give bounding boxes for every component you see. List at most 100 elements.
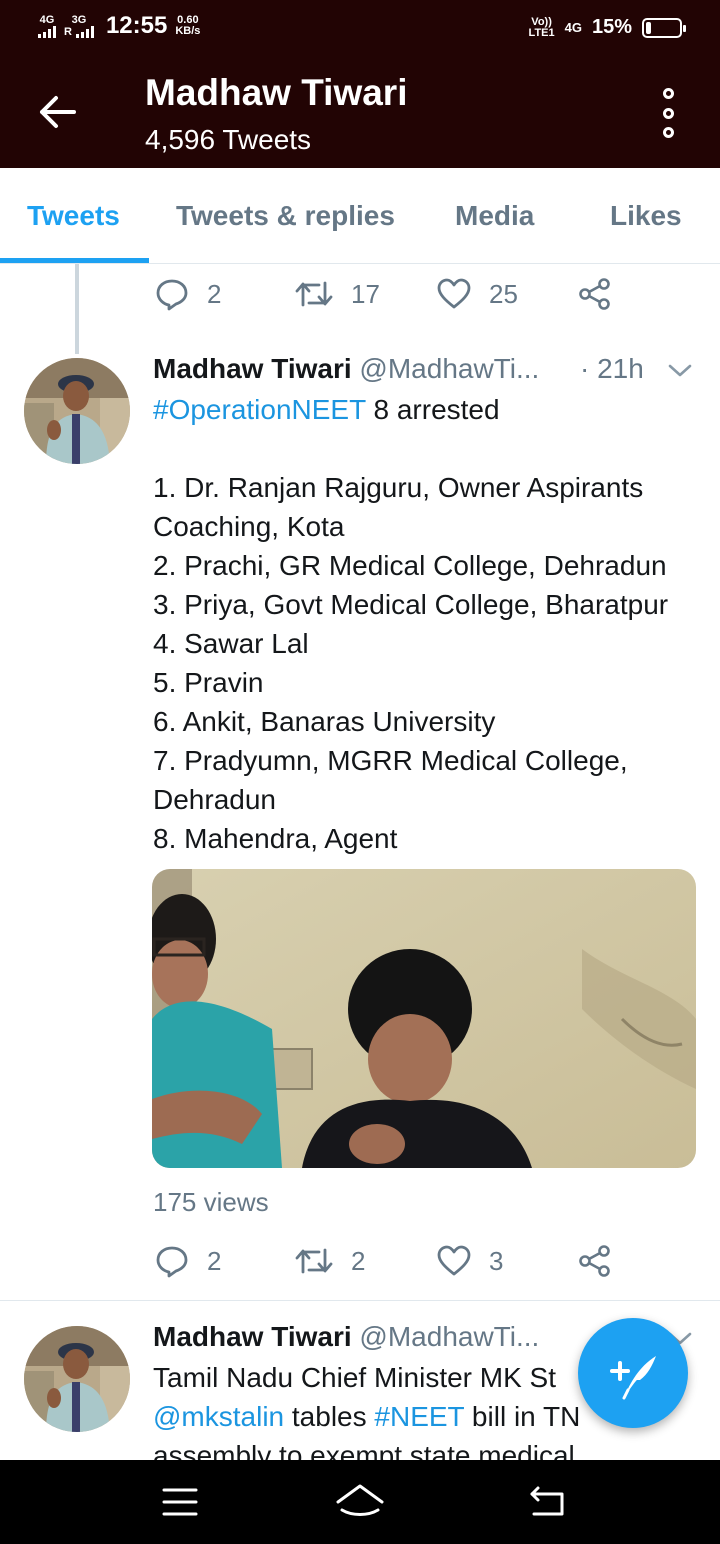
- tweet-header: Madhaw Tiwari @MadhawTi...: [153, 1321, 539, 1357]
- list-item: 5. Pravin: [153, 667, 264, 698]
- author-name[interactable]: Madhaw Tiwari: [153, 353, 352, 384]
- avatar-image: [24, 1326, 130, 1432]
- retweet-icon: [295, 281, 333, 307]
- data-type: 4G: [564, 20, 582, 35]
- active-tab-indicator: [0, 258, 149, 263]
- tab-media[interactable]: Media: [455, 200, 534, 232]
- video-thumbnail: [152, 869, 696, 1168]
- volte-top: Vo)): [531, 15, 552, 28]
- status-bar: 4G 3G R 12:55 0.60 KB/s Vo)) LTE1 4G 15%: [0, 0, 720, 58]
- hashtag-link[interactable]: #NEET: [374, 1401, 464, 1432]
- back-icon[interactable]: [528, 1484, 568, 1518]
- share-icon: [579, 278, 610, 310]
- retweet-count: 2: [351, 1245, 366, 1276]
- network-speed: 0.60 KB/s: [175, 15, 200, 37]
- tab-tweets-replies[interactable]: Tweets & replies: [176, 200, 395, 232]
- hashtag-link[interactable]: #OperationNEET: [153, 394, 366, 425]
- signal-bars-icon: [38, 25, 56, 38]
- tweet-count: 4,596 Tweets: [145, 124, 312, 155]
- profile-tabs: Tweets Tweets & replies Media Likes: [0, 168, 720, 264]
- list-item: 7. Pradyumn, MGRR Medical College,: [153, 745, 628, 776]
- reply-button[interactable]: 2: [155, 272, 221, 316]
- tweet-text-span: tables: [284, 1401, 375, 1432]
- view-count: 175 views: [153, 1187, 269, 1217]
- menu-icon[interactable]: [160, 1486, 200, 1518]
- like-button[interactable]: 25: [437, 272, 518, 316]
- author-handle: @MadhawTi...: [359, 353, 540, 384]
- mention-link[interactable]: @mkstalin: [153, 1401, 284, 1432]
- reply-count: 2: [207, 278, 222, 309]
- more-vertical-icon: [662, 88, 674, 99]
- network-type-2: 3G: [71, 13, 87, 26]
- share-button[interactable]: [578, 1239, 612, 1283]
- screen: 4G 3G R 12:55 0.60 KB/s Vo)) LTE1 4G 15%: [0, 0, 720, 1544]
- tweet-header: Madhaw Tiwari @MadhawTi...: [153, 353, 539, 389]
- like-count: 3: [489, 1245, 504, 1276]
- battery-percent: 15%: [591, 16, 632, 38]
- like-button[interactable]: 3: [437, 1239, 503, 1283]
- like-count: 25: [489, 278, 518, 309]
- tab-likes[interactable]: Likes: [610, 200, 682, 232]
- tweet-text-span: bill in TN: [464, 1401, 581, 1432]
- author-name[interactable]: Madhaw Tiwari: [153, 1321, 352, 1352]
- tab-tweets[interactable]: Tweets: [27, 200, 120, 232]
- retweet-count: 17: [351, 278, 380, 309]
- list-item: Coaching, Kota: [153, 511, 345, 542]
- heart-icon: [437, 278, 471, 309]
- system-nav-bar: [0, 1460, 720, 1544]
- author-handle: @MadhawTi...: [359, 1321, 540, 1352]
- tweet-time: · 21h: [580, 353, 644, 384]
- reply-icon: [156, 1246, 188, 1278]
- profile-header: Madhaw Tiwari 4,596 Tweets: [0, 58, 720, 168]
- reply-icon: [156, 279, 188, 311]
- tweet-actions: 2 2 3: [150, 1239, 630, 1283]
- back-button[interactable]: [36, 92, 80, 132]
- heart-icon: [437, 1245, 471, 1276]
- signal-bars-roaming-icon: R: [64, 25, 94, 38]
- list-item: 4. Sawar Lal: [153, 628, 309, 659]
- headline-text: 8 arrested: [365, 394, 500, 425]
- avatar-image: [24, 358, 130, 464]
- volte-indicator: Vo)) LTE1: [528, 15, 555, 39]
- share-button[interactable]: [578, 272, 612, 316]
- network-type-1: 4G: [39, 13, 55, 26]
- tweet-text: #OperationNEET 8 arrested 1. Dr. Ranjan …: [153, 390, 703, 858]
- roaming-indicator: R: [64, 25, 72, 38]
- list-item: 2. Prachi, GR Medical College, Dehradun: [153, 550, 667, 581]
- list-item: 3. Priya, Govt Medical College, Bharatpu…: [153, 589, 669, 620]
- compose-tweet-icon: [610, 1356, 656, 1400]
- share-icon: [579, 1245, 610, 1277]
- tweet-line: assembly to exempt state medical: [153, 1440, 575, 1460]
- battery-icon: [642, 17, 686, 38]
- reply-button[interactable]: 2: [155, 1239, 221, 1283]
- arrow-left-icon: [40, 96, 76, 128]
- list-item: Dehradun: [153, 784, 276, 815]
- retweet-icon: [295, 1248, 333, 1274]
- prev-tweet-actions: 2 17 25: [150, 272, 630, 316]
- clock: 12:55: [105, 12, 168, 39]
- tweet-headline: #OperationNEET 8 arrested: [153, 390, 703, 429]
- list-item: 8. Mahendra, Agent: [153, 823, 398, 854]
- compose-tweet-button[interactable]: [578, 1318, 688, 1428]
- volte-bottom: LTE1: [528, 26, 555, 39]
- profile-name: Madhaw Tiwari: [145, 72, 408, 113]
- home-icon[interactable]: [334, 1482, 386, 1518]
- signal-1: 4G: [38, 13, 56, 38]
- chevron-down-icon[interactable]: [667, 363, 693, 379]
- retweet-button[interactable]: 2: [295, 1239, 365, 1283]
- avatar[interactable]: [24, 358, 130, 464]
- reply-count: 2: [207, 1245, 222, 1276]
- list-item: 1. Dr. Ranjan Rajguru, Owner Aspirants: [153, 472, 644, 503]
- speed-unit: KB/s: [175, 25, 201, 37]
- signal-2: 3G R: [64, 13, 94, 38]
- more-options-button[interactable]: [656, 88, 680, 138]
- more-dot: [662, 107, 674, 119]
- list-item: 6. Ankit, Banaras University: [153, 706, 496, 737]
- retweet-button[interactable]: 17: [295, 272, 380, 316]
- more-dot: [662, 127, 674, 138]
- tweet-video[interactable]: [152, 869, 696, 1168]
- thread-connector: [75, 264, 79, 354]
- tweet-divider: [0, 1300, 720, 1301]
- avatar[interactable]: [24, 1326, 130, 1432]
